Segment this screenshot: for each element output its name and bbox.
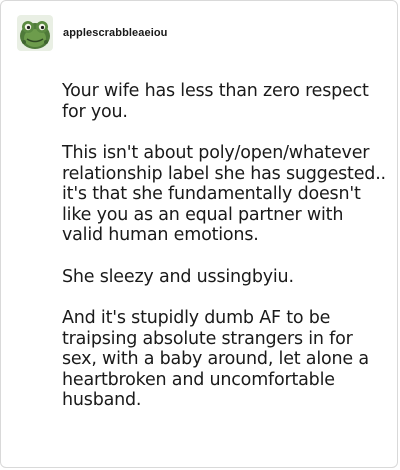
avatar[interactable] bbox=[17, 15, 53, 51]
post-paragraph: And it's stupidly dumb AF to be traipsin… bbox=[62, 308, 369, 410]
post-body: Your wife has less than zero respect for… bbox=[62, 81, 388, 411]
post-header: applescrabbleaeiou bbox=[17, 15, 168, 51]
post-paragraph: Your wife has less than zero respect for… bbox=[62, 81, 369, 122]
author-username[interactable]: applescrabbleaeiou bbox=[63, 27, 168, 39]
post-card: applescrabbleaeiou Your wife has less th… bbox=[0, 0, 398, 468]
post-paragraph: She sleezy and ussingbyiu. bbox=[62, 266, 294, 287]
post-paragraph: This isn't about poly/open/whatever rela… bbox=[62, 143, 386, 245]
green-frog-avatar-icon bbox=[17, 15, 53, 51]
